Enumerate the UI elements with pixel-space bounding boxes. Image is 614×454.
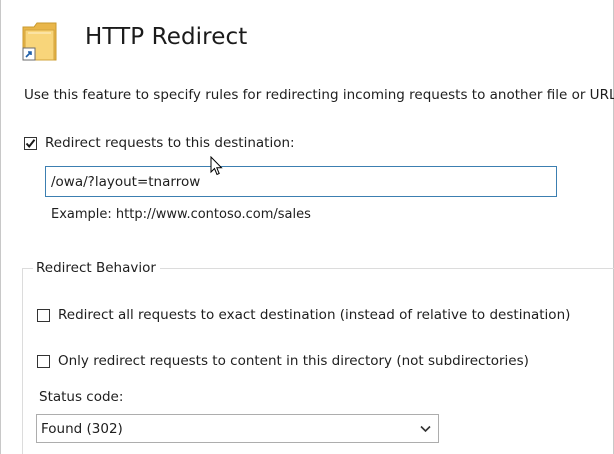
destination-example-text: Example: http://www.contoso.com/sales [51, 207, 311, 222]
exact-destination-checkbox[interactable] [37, 308, 50, 322]
status-code-selected: Found (302) [41, 420, 123, 437]
redirect-destination-checkbox[interactable] [24, 136, 37, 150]
this-directory-only-row[interactable]: Only redirect requests to content in thi… [37, 353, 529, 369]
checkmark-icon [25, 138, 36, 148]
mouse-pointer-icon [210, 156, 223, 176]
redirect-destination-row[interactable]: Redirect requests to this destination: [24, 135, 295, 151]
this-directory-only-label: Only redirect requests to content in thi… [58, 353, 529, 369]
feature-description: Use this feature to specify rules for re… [24, 87, 614, 103]
folder-shortcut-icon [22, 22, 57, 61]
redirect-destination-label: Redirect requests to this destination: [45, 135, 295, 151]
page-title: HTTP Redirect [85, 24, 248, 50]
exact-destination-label: Redirect all requests to exact destinati… [58, 307, 571, 323]
destination-url-input[interactable] [45, 166, 557, 197]
chevron-down-icon [420, 425, 431, 432]
status-code-label: Status code: [39, 389, 124, 405]
redirect-behavior-legend: Redirect Behavior [33, 260, 160, 276]
http-redirect-panel: HTTP Redirect Use this feature to specif… [0, 0, 614, 454]
this-directory-only-checkbox[interactable] [37, 354, 50, 368]
status-code-dropdown[interactable]: Found (302) [36, 414, 439, 443]
exact-destination-row[interactable]: Redirect all requests to exact destinati… [37, 307, 570, 323]
